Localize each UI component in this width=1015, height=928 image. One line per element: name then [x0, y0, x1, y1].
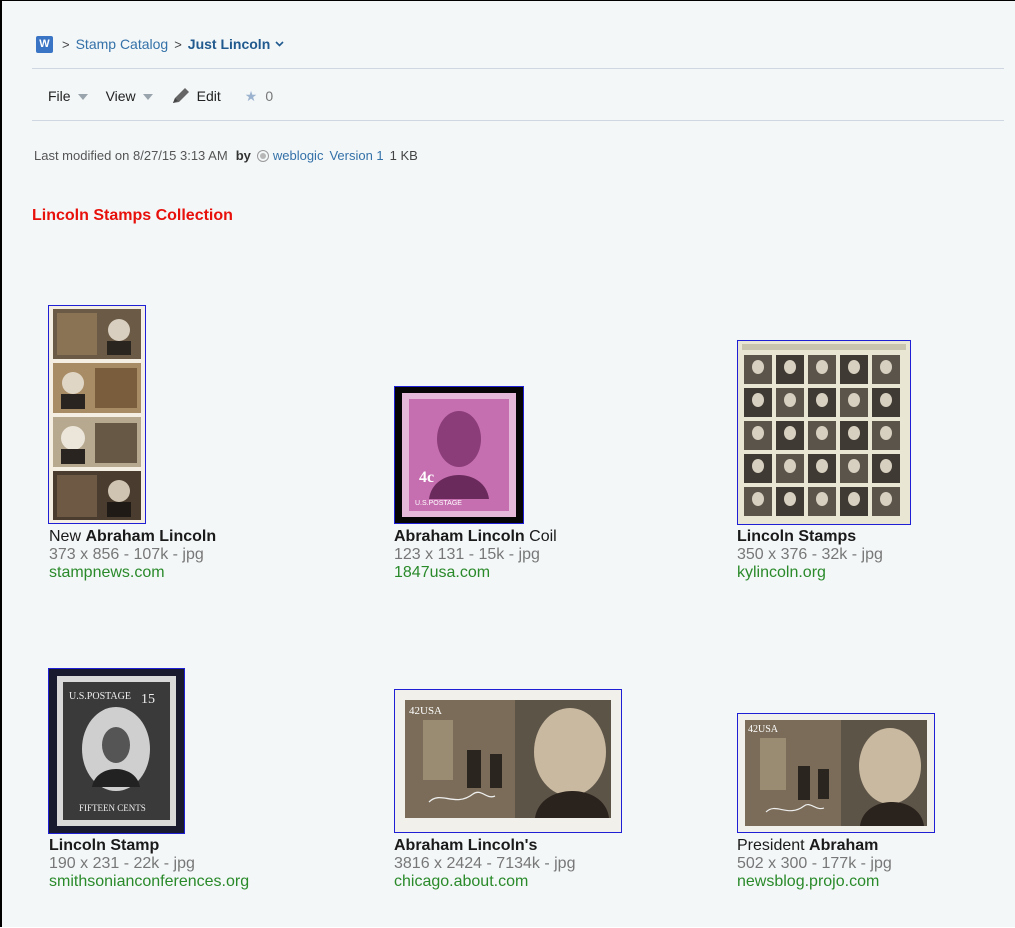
sheet-stamp-portrait — [848, 492, 860, 506]
result-source-link[interactable]: kylincoln.org — [737, 564, 883, 582]
caret-down-icon — [142, 94, 153, 100]
sheet-stamp-portrait — [752, 459, 764, 473]
view-menu-label: View — [105, 88, 136, 104]
svg-text:42USA: 42USA — [409, 705, 442, 717]
result-caption-6: President Abraham 502 x 300 - 177k - jpg… — [737, 837, 892, 891]
view-menu[interactable]: View — [106, 88, 153, 104]
sheet-stamp-portrait — [816, 393, 828, 407]
result-source-link[interactable]: newsblog.projo.com — [737, 873, 892, 891]
sheet-stamp-portrait — [816, 492, 828, 506]
sheet-stamp-portrait — [848, 426, 860, 440]
file-menu-label: File — [48, 88, 71, 104]
sheet-stamp-portrait — [816, 426, 828, 440]
result-title[interactable]: Abraham Lincoln Coil — [394, 528, 557, 546]
result-title[interactable]: Lincoln Stamps — [737, 528, 883, 546]
result-title[interactable]: New Abraham Lincoln — [49, 528, 216, 546]
sheet-stamp-portrait — [784, 426, 796, 440]
chevron-down-icon[interactable] — [275, 41, 284, 47]
app-logo-icon[interactable]: W — [36, 35, 53, 53]
user-icon — [256, 149, 269, 162]
svg-text:4c: 4c — [419, 469, 434, 486]
file-size: 1 KB — [389, 148, 418, 163]
sheet-stamp-portrait — [752, 393, 764, 407]
result-caption-1: New Abraham Lincoln 373 x 856 - 107k - j… — [49, 528, 216, 582]
author-name: weblogic — [272, 148, 324, 163]
star-icon[interactable]: ★ — [245, 88, 258, 105]
sheet-stamp-portrait — [880, 393, 892, 407]
document-metadata: Last modified on 8/27/15 3:13 AM by webl… — [34, 148, 418, 163]
sheet-stamp-portrait — [848, 360, 860, 374]
header-divider — [32, 68, 1004, 69]
svg-text:U.S.POSTAGE: U.S.POSTAGE — [69, 691, 131, 702]
edit-button[interactable]: Edit — [171, 87, 221, 105]
result-source-link[interactable]: smithsonianconferences.org — [49, 873, 249, 891]
toolbar: File View Edit ★ 0 — [48, 85, 273, 107]
document-viewer: W > Stamp Catalog > Just Lincoln File Vi… — [0, 0, 1015, 927]
sheet-stamp-portrait — [816, 360, 828, 374]
stamp-image-cabinet-small[interactable]: 42USA — [737, 713, 935, 833]
result-dimensions: 502 x 300 - 177k - jpg — [737, 855, 892, 872]
sheet-stamp-portrait — [880, 492, 892, 506]
svg-text:42USA: 42USA — [748, 724, 779, 735]
stamp-image-sheet[interactable] — [737, 340, 911, 525]
result-title[interactable]: Abraham Lincoln's — [394, 837, 575, 855]
favorite-count: 0 — [265, 88, 274, 104]
sheet-stamp-portrait — [816, 459, 828, 473]
breadcrumb-separator: > — [62, 36, 70, 52]
author-link[interactable]: weblogic — [256, 148, 324, 163]
result-dimensions: 123 x 131 - 15k - jpg — [394, 546, 540, 563]
breadcrumb-current-document[interactable]: Just Lincoln — [188, 36, 270, 52]
sheet-stamp-portrait — [752, 426, 764, 440]
sheet-stamp-portrait — [784, 492, 796, 506]
breadcrumb-stamp-catalog[interactable]: Stamp Catalog — [76, 36, 169, 52]
result-source-link[interactable]: stampnews.com — [49, 564, 216, 582]
result-title[interactable]: President Abraham — [737, 837, 892, 855]
result-dimensions: 350 x 376 - 32k - jpg — [737, 546, 883, 563]
sheet-stamp-portrait — [880, 360, 892, 374]
breadcrumb: W > Stamp Catalog > Just Lincoln — [36, 33, 284, 55]
sheet-stamp-portrait — [784, 393, 796, 407]
caret-down-icon — [77, 94, 88, 100]
breadcrumb-separator: > — [174, 36, 182, 52]
stamp-image-cabinet-large[interactable]: 42USA — [394, 689, 622, 833]
last-modified: Last modified on 8/27/15 3:13 AM — [34, 148, 228, 163]
sheet-stamp-portrait — [752, 492, 764, 506]
sheet-stamp-portrait — [880, 459, 892, 473]
document-title: Lincoln Stamps Collection — [32, 207, 233, 224]
sheet-stamp-portrait — [752, 360, 764, 374]
result-title[interactable]: Lincoln Stamp — [49, 837, 249, 855]
result-caption-4: Lincoln Stamp 190 x 231 - 22k - jpg smit… — [49, 837, 249, 891]
by-label: by — [235, 148, 251, 163]
result-dimensions: 3816 x 2424 - 7134k - jpg — [394, 855, 576, 872]
stamp-image-engraved[interactable]: U.S.POSTAGE 15 FIFTEEN CENTS — [48, 668, 185, 834]
svg-text:15: 15 — [141, 692, 155, 707]
result-source-link[interactable]: 1847usa.com — [394, 564, 557, 582]
result-caption-3: Lincoln Stamps 350 x 376 - 32k - jpg kyl… — [737, 528, 883, 582]
stamp-image-coil[interactable]: 4c U.S.POSTAGE — [394, 386, 524, 524]
sheet-stamp-portrait — [880, 426, 892, 440]
result-caption-2: Abraham Lincoln Coil 123 x 131 - 15k - j… — [394, 528, 557, 582]
result-dimensions: 190 x 231 - 22k - jpg — [49, 855, 195, 872]
sheet-stamp-portrait — [784, 459, 796, 473]
result-source-link[interactable]: chicago.about.com — [394, 873, 575, 891]
svg-text:U.S.POSTAGE: U.S.POSTAGE — [415, 500, 462, 507]
version-link[interactable]: Version 1 — [329, 148, 383, 163]
sheet-stamp-portrait — [784, 360, 796, 374]
file-menu[interactable]: File — [48, 88, 88, 104]
result-dimensions: 373 x 856 - 107k - jpg — [49, 546, 204, 563]
pencil-icon — [171, 87, 191, 105]
sheet-stamp-portrait — [848, 393, 860, 407]
edit-label: Edit — [196, 88, 221, 104]
stamp-image-strip[interactable] — [48, 305, 146, 524]
sheet-stamp-portrait — [848, 459, 860, 473]
result-caption-5: Abraham Lincoln's 3816 x 2424 - 7134k - … — [394, 837, 575, 891]
toolbar-divider — [32, 120, 1004, 121]
svg-text:FIFTEEN CENTS: FIFTEEN CENTS — [79, 803, 146, 813]
